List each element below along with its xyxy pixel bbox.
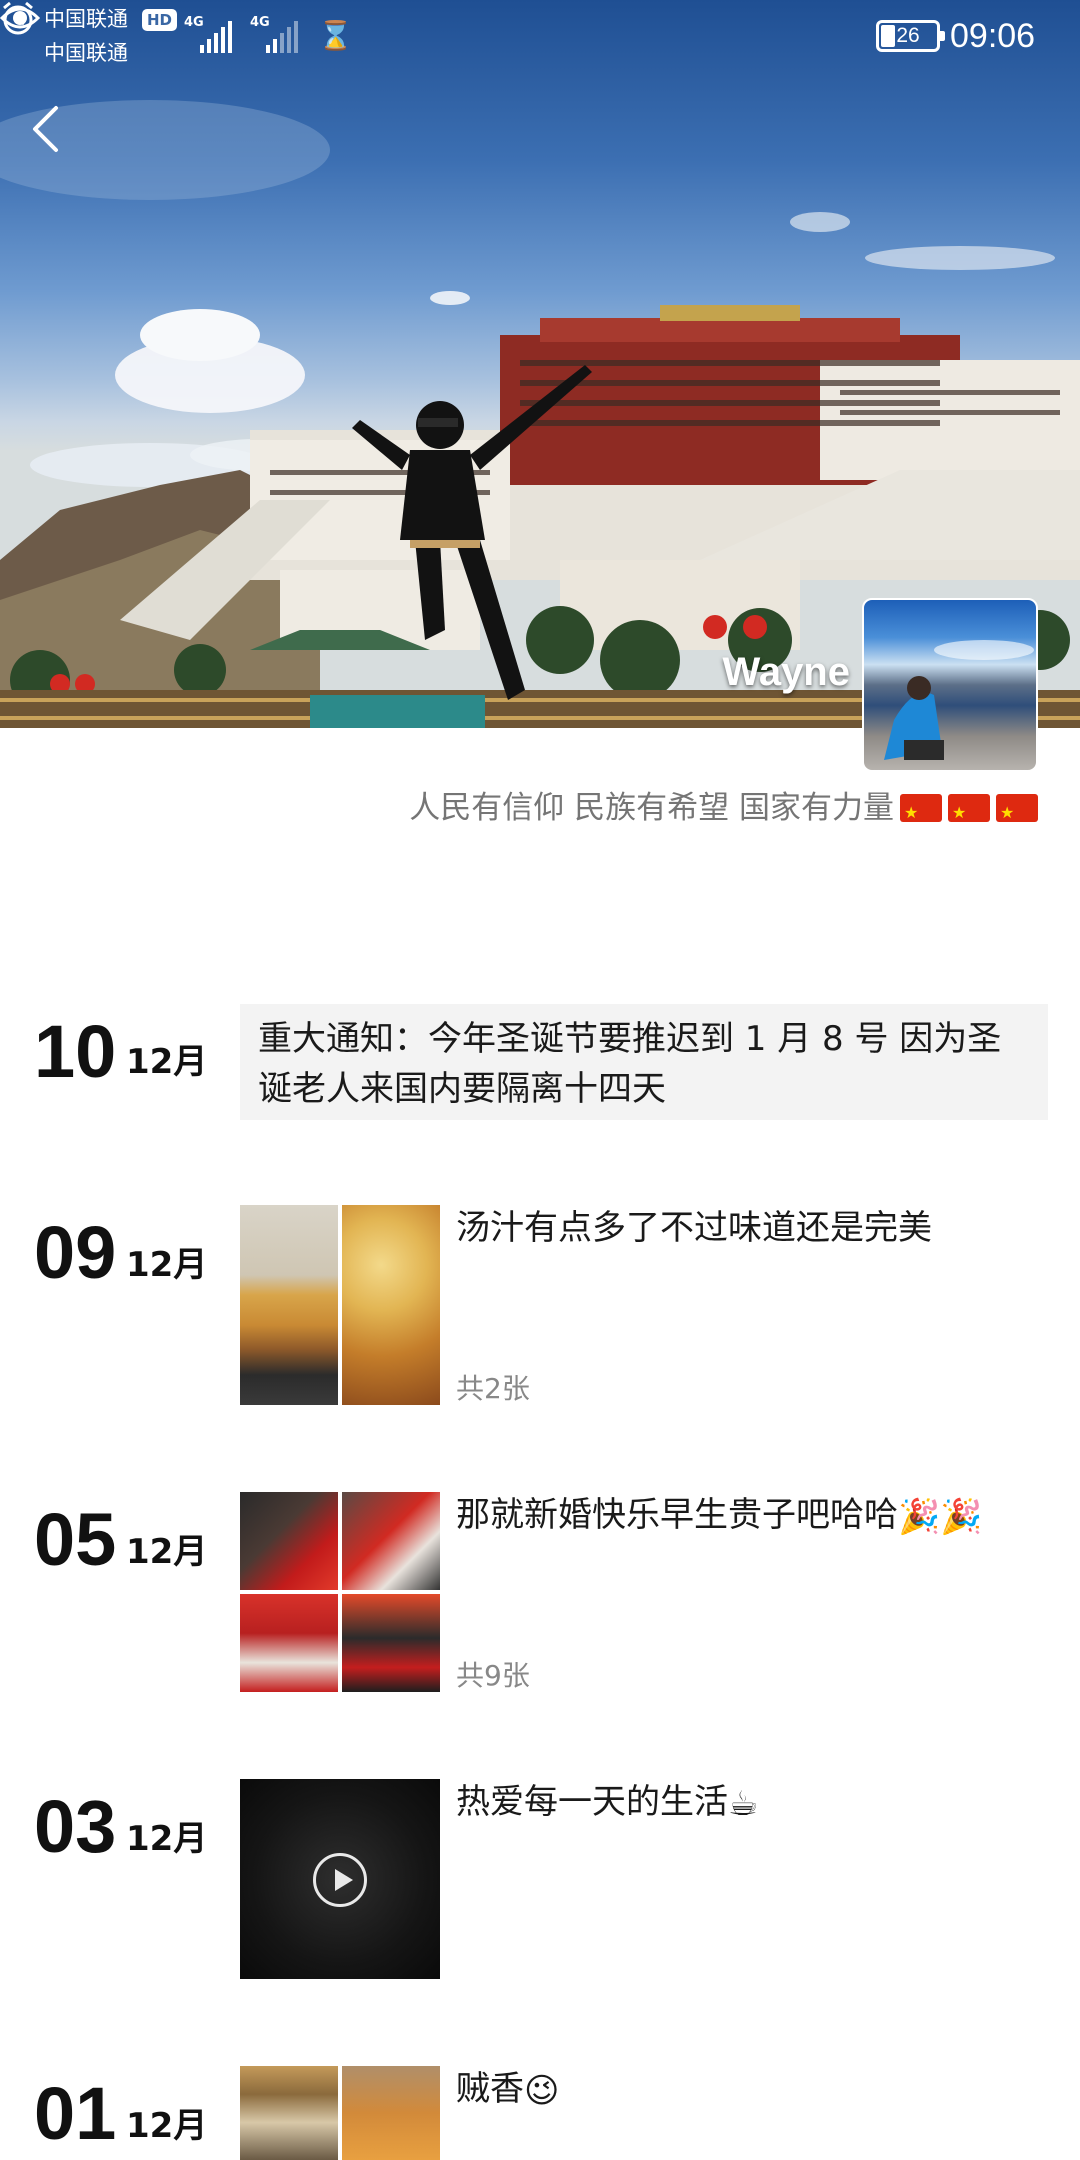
coffee-icon: ☕: [728, 1784, 759, 1824]
post-photo[interactable]: [240, 1205, 338, 1405]
post-date-day: 03: [34, 1785, 117, 1868]
photo-count: 共2张: [456, 1372, 530, 1405]
hd-badge: HD: [142, 9, 178, 31]
post-video[interactable]: [240, 1779, 440, 1979]
profile-username: Wayne: [722, 650, 850, 694]
status-bar: 中国联通 中国联通 HD 4G 4G ⌛ 26 09:06: [0, 0, 1080, 72]
carrier-label-1: 中国联通: [44, 8, 128, 31]
post-photo[interactable]: [240, 1594, 338, 1692]
avatar-photo: [884, 640, 1034, 760]
carrier-label-2: 中国联通: [44, 42, 128, 65]
post-photo-grid[interactable]: [240, 1492, 440, 1692]
post-text: 汤汁有点多了不过味道还是完美: [456, 1208, 932, 1248]
post-photo[interactable]: [342, 1205, 440, 1405]
post-photo[interactable]: [240, 2066, 338, 2160]
post-text: 贼香😉: [456, 2066, 1056, 2112]
post-text: 那就新婚快乐早生贵子吧哈哈🎉🎉: [456, 1492, 1056, 1538]
alarm-clock-icon: [3, 1, 33, 35]
post-photo-grid[interactable]: [240, 2066, 440, 2160]
post-text: 热爱每一天的生活☕: [456, 1779, 1056, 1825]
post-date-day: 10: [34, 1010, 117, 1093]
profile-signature-text: 人民有信仰 民族有希望 国家有力量: [409, 790, 894, 826]
post-date-month: 12月: [126, 1819, 208, 1859]
post-date-month: 12月: [126, 1042, 208, 1082]
signal-strength-icon: 4G: [250, 15, 310, 53]
post-date-month: 12月: [126, 1532, 208, 1572]
back-button[interactable]: [30, 104, 78, 168]
post-date-month: 12月: [126, 1245, 208, 1285]
winking-face-icon: 😉: [524, 2071, 560, 2111]
post-text-content: 热爱每一天的生活: [456, 1782, 728, 1822]
post-date-month: 12月: [126, 2106, 208, 2146]
post-photo[interactable]: [342, 1492, 440, 1590]
china-flag-icon: [900, 791, 942, 835]
battery-icon: 26: [876, 20, 945, 52]
avatar[interactable]: [862, 598, 1038, 772]
post-date-day: 05: [34, 1498, 117, 1581]
post-date-day: 01: [34, 2072, 117, 2155]
chevron-left-icon: [33, 106, 58, 152]
post-text-content: 那就新婚快乐早生贵子吧哈哈: [456, 1495, 898, 1535]
hourglass-icon: ⌛: [318, 19, 353, 52]
battery-level-label: 26: [896, 24, 920, 47]
post-date-day: 09: [34, 1211, 117, 1294]
photo-count: 共9张: [456, 1659, 530, 1692]
post-photo-grid[interactable]: [240, 1205, 440, 1405]
profile-signature: 人民有信仰 民族有希望 国家有力量: [409, 786, 1038, 835]
signal-strength-icon: 4G: [184, 15, 244, 53]
party-popper-icon: 🎉🎉: [898, 1497, 983, 1537]
china-flag-icon: [948, 791, 990, 835]
post-photo[interactable]: [342, 2066, 440, 2160]
post-text-content: 贼香: [456, 2069, 524, 2109]
post-photo[interactable]: [342, 1594, 440, 1692]
china-flag-icon: [996, 791, 1038, 835]
post-text[interactable]: 重大通知：今年圣诞节要推迟到 1 月 8 号 因为圣诞老人来国内要隔离十四天: [240, 1004, 1048, 1120]
video-thumbnail[interactable]: [240, 1779, 440, 1979]
status-time: 09:06: [950, 17, 1036, 55]
play-icon[interactable]: [313, 1853, 367, 1907]
post-photo[interactable]: [240, 1492, 338, 1590]
